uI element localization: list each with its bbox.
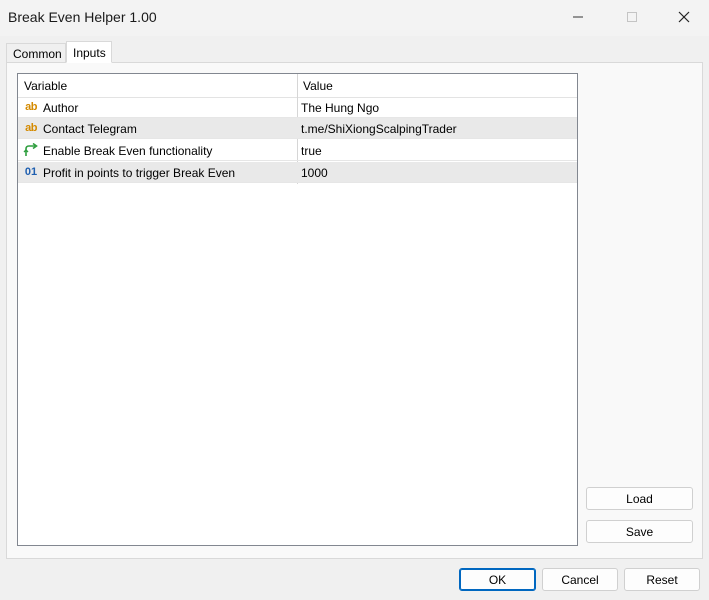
close-icon — [678, 11, 690, 23]
minimize-icon — [573, 16, 583, 18]
variable-name: Profit in points to trigger Break Even — [43, 166, 236, 180]
boolean-type-icon — [23, 142, 39, 157]
variable-value[interactable]: true — [301, 144, 322, 158]
tab-common[interactable]: Common — [6, 43, 66, 63]
table-row[interactable]: ab Contact Telegram t.me/ShiXiongScalpin… — [18, 118, 577, 139]
maximize-button — [609, 0, 655, 34]
tab-inputs[interactable]: Inputs — [66, 41, 112, 63]
variable-value[interactable]: t.me/ShiXiongScalpingTrader — [301, 122, 457, 136]
ok-button[interactable]: OK — [459, 568, 536, 591]
variable-name: Author — [43, 101, 79, 115]
table-row[interactable]: 01 Profit in points to trigger Break Eve… — [18, 162, 577, 183]
cancel-button[interactable]: Cancel — [542, 568, 618, 591]
inputs-grid: Variable Value ab Author The Hung Ngo ab… — [17, 73, 578, 546]
integer-type-icon: 01 — [24, 166, 38, 178]
variable-value[interactable]: 1000 — [301, 166, 328, 180]
reset-button[interactable]: Reset — [624, 568, 700, 591]
maximize-icon — [627, 12, 637, 22]
variable-name: Enable Break Even functionality — [43, 144, 213, 158]
variable-name: Contact Telegram — [43, 122, 137, 136]
column-header-variable[interactable]: Variable — [24, 79, 67, 93]
minimize-button[interactable] — [555, 0, 601, 34]
variable-value[interactable]: The Hung Ngo — [301, 101, 379, 115]
save-button[interactable]: Save — [586, 520, 693, 543]
string-type-icon: ab — [25, 101, 37, 113]
column-header-value[interactable]: Value — [303, 79, 333, 93]
table-row[interactable]: Enable Break Even functionality true — [18, 140, 577, 161]
window-title: Break Even Helper 1.00 — [8, 9, 157, 25]
table-row[interactable]: ab Author The Hung Ngo — [18, 97, 577, 118]
title-bar: Break Even Helper 1.00 — [0, 0, 709, 36]
close-button[interactable] — [661, 0, 707, 34]
string-type-icon: ab — [25, 122, 37, 134]
load-button[interactable]: Load — [586, 487, 693, 510]
